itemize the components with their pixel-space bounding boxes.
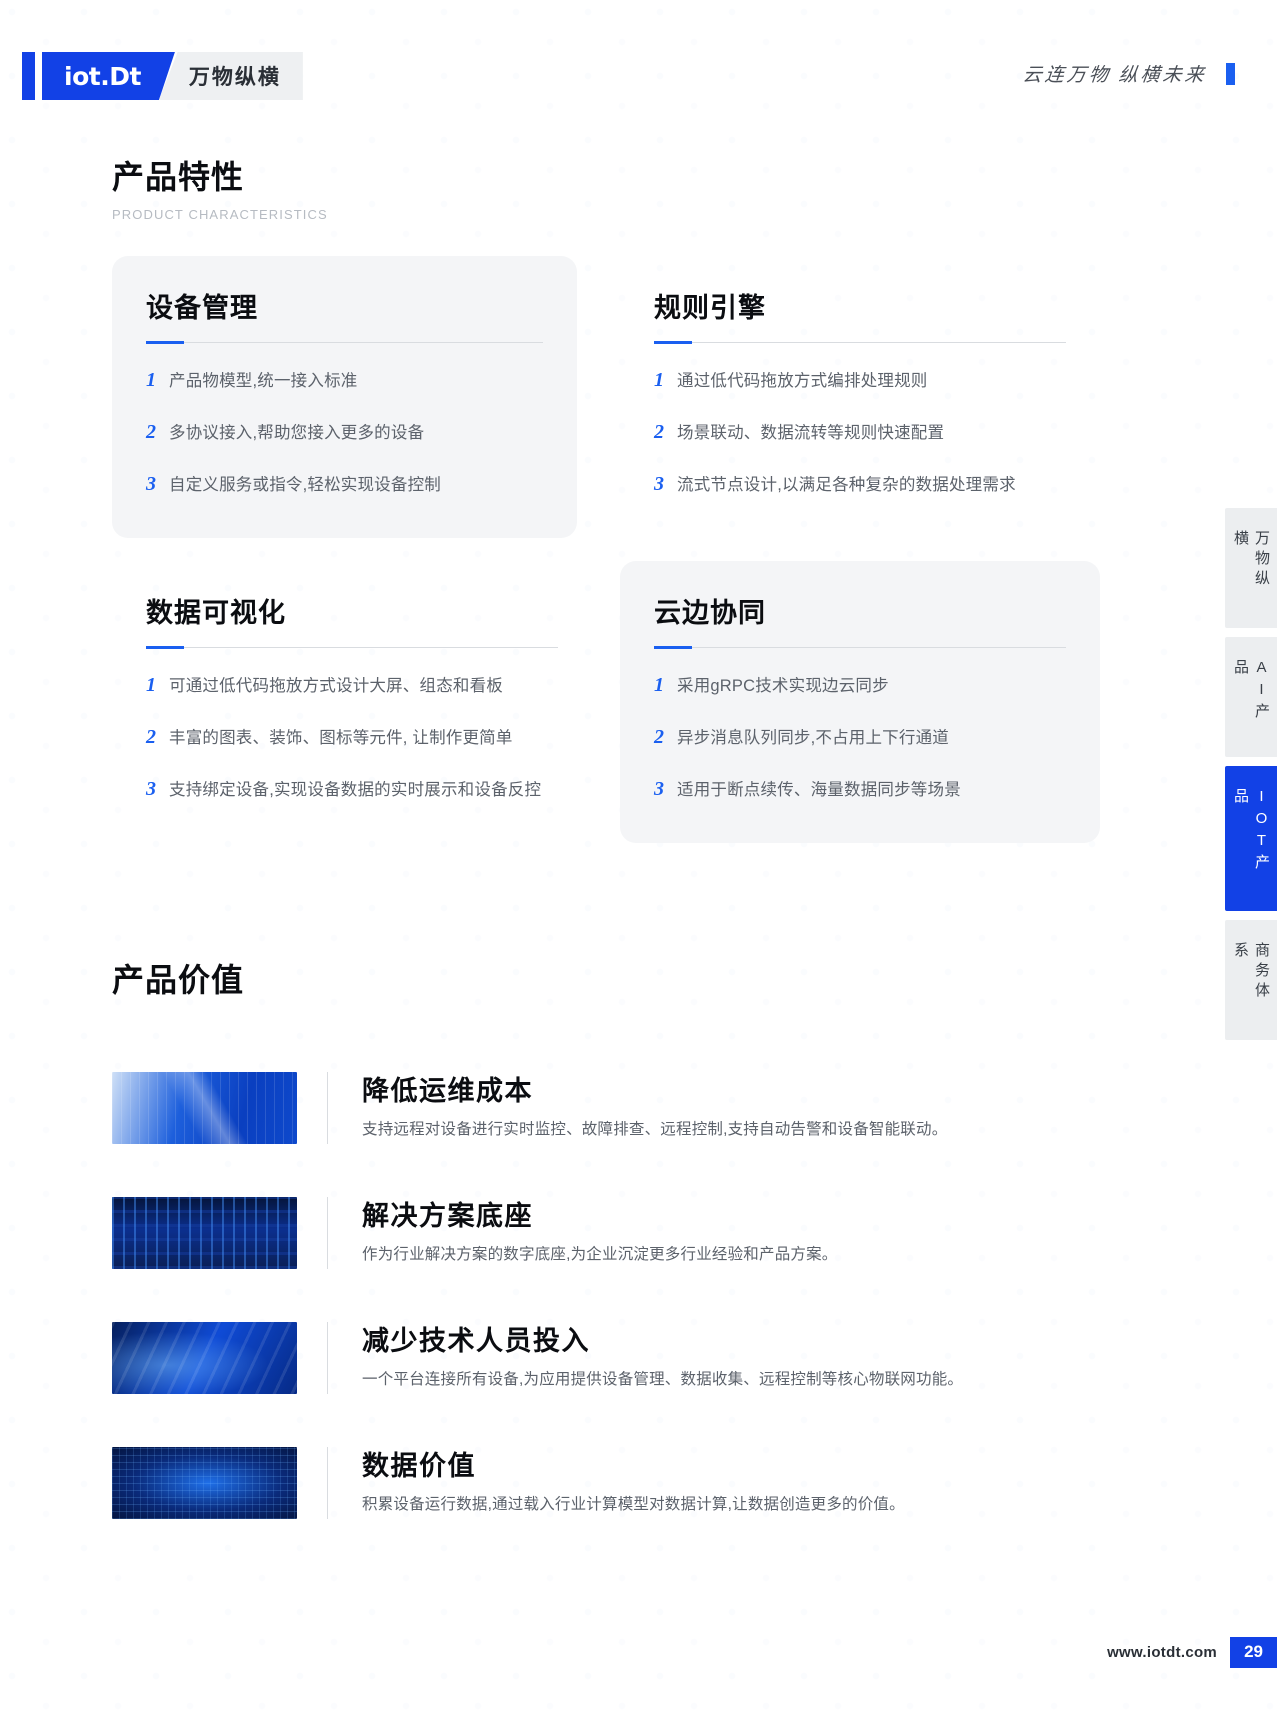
feature-number: 3 [146, 777, 156, 800]
tab-business-system[interactable]: 商务体系 [1225, 920, 1277, 1040]
feature-row: 1 产品物模型,统一接入标准 [146, 369, 543, 393]
feature-row: 1 采用gRPC技术实现边云同步 [654, 674, 1066, 698]
control-room-image [112, 1321, 297, 1394]
tab-ai-products[interactable]: AI产品 [1225, 637, 1277, 757]
card-title: 云边协同 [654, 598, 766, 628]
feature-text: 采用gRPC技术实现边云同步 [677, 676, 889, 695]
brand-subtitle: 万物纵横 [158, 52, 303, 100]
feature-text: 丰富的图表、装饰、图标等元件, 让制作更简单 [169, 728, 513, 747]
feature-number: 3 [146, 472, 156, 495]
product-value-title: 产品价值 [112, 962, 245, 998]
growth-chart-image [112, 1071, 297, 1144]
value-divider [327, 1446, 328, 1519]
logo-text: iot.Dt [42, 52, 175, 100]
value-item: 解决方案底座 作为行业解决方案的数字底座,为企业沉淀更多行业经验和产品方案。 [112, 1170, 1132, 1295]
feature-row: 3 流式节点设计,以满足各种复杂的数据处理需求 [654, 473, 1066, 497]
brand-accent-bar [22, 52, 35, 100]
feature-card-rule-engine: 规则引擎 1 通过低代码拖放方式编排处理规则 2 场景联动、数据流转等规则快速配… [620, 256, 1100, 538]
feature-number: 1 [654, 673, 664, 696]
feature-text: 自定义服务或指令,轻松实现设备控制 [169, 475, 441, 494]
value-heading: 降低运维成本 [362, 1075, 533, 1106]
card-rule [654, 340, 1066, 344]
data-globe-image [112, 1446, 297, 1519]
value-item: 数据价值 积累设备运行数据,通过载入行业计算模型对数据计算,让数据创造更多的价值… [112, 1420, 1132, 1545]
feature-card-device-management: 设备管理 1 产品物模型,统一接入标准 2 多协议接入,帮助您接入更多的设备 3… [112, 256, 577, 538]
brand-lockup: iot.Dt 万物纵横 [22, 52, 303, 100]
value-item: 降低运维成本 支持远程对设备进行实时监控、故障排查、远程控制,支持自动告警和设备… [112, 1045, 1132, 1170]
feature-row: 2 场景联动、数据流转等规则快速配置 [654, 421, 1066, 445]
value-item: 减少技术人员投入 一个平台连接所有设备,为应用提供设备管理、数据收集、远程控制等… [112, 1295, 1132, 1420]
feature-number: 3 [654, 472, 664, 495]
card-rule [146, 645, 558, 649]
feature-text: 产品物模型,统一接入标准 [169, 371, 358, 390]
feature-row: 2 多协议接入,帮助您接入更多的设备 [146, 421, 543, 445]
value-description: 作为行业解决方案的数字底座,为企业沉淀更多行业经验和产品方案。 [362, 1246, 838, 1264]
feature-row: 1 通过低代码拖放方式编排处理规则 [654, 369, 1066, 393]
feature-card-cloud-edge-collaboration: 云边协同 1 采用gRPC技术实现边云同步 2 异步消息队列同步,不占用上下行通… [620, 561, 1100, 843]
page-footer: www.iotdt.com 29 [1107, 1637, 1277, 1668]
value-heading: 数据价值 [362, 1450, 476, 1481]
feature-row: 2 丰富的图表、装饰、图标等元件, 让制作更简单 [146, 726, 558, 750]
feature-row: 2 异步消息队列同步,不占用上下行通道 [654, 726, 1066, 750]
server-room-image [112, 1196, 297, 1269]
feature-number: 1 [654, 368, 664, 391]
value-divider [327, 1071, 328, 1144]
value-description: 支持远程对设备进行实时监控、故障排查、远程控制,支持自动告警和设备智能联动。 [362, 1121, 948, 1139]
value-heading: 解决方案底座 [362, 1200, 533, 1231]
feature-card-data-visualization: 数据可视化 1 可通过低代码拖放方式设计大屏、组态和看板 2 丰富的图表、装饰、… [112, 561, 592, 843]
tab-wanwu-zongheng[interactable]: 万物纵横 [1225, 508, 1277, 628]
value-divider [327, 1196, 328, 1269]
card-title: 规则引擎 [654, 293, 766, 323]
feature-number: 2 [146, 420, 156, 443]
card-title: 数据可视化 [146, 598, 286, 628]
feature-text: 适用于断点续传、海量数据同步等场景 [677, 780, 961, 799]
feature-number: 2 [654, 420, 664, 443]
feature-number: 2 [146, 725, 156, 748]
feature-text: 支持绑定设备,实现设备数据的实时展示和设备反控 [169, 780, 542, 799]
feature-text: 多协议接入,帮助您接入更多的设备 [169, 423, 425, 442]
feature-row: 1 可通过低代码拖放方式设计大屏、组态和看板 [146, 674, 558, 698]
value-divider [327, 1321, 328, 1394]
page-title: 产品特性 [112, 159, 245, 195]
footer-website-url[interactable]: www.iotdt.com [1107, 1644, 1217, 1661]
value-heading: 减少技术人员投入 [362, 1325, 590, 1356]
feature-number: 1 [146, 673, 156, 696]
tab-iot-products[interactable]: IOT产品 [1225, 766, 1277, 911]
feature-text: 通过低代码拖放方式编排处理规则 [677, 371, 928, 390]
feature-row: 3 自定义服务或指令,轻松实现设备控制 [146, 473, 543, 497]
feature-row: 3 适用于断点续传、海量数据同步等场景 [654, 778, 1066, 802]
feature-number: 2 [654, 725, 664, 748]
header-slogan: 云连万物 纵横未来 [1021, 65, 1208, 86]
page-root: iot.Dt 万物纵横 云连万物 纵横未来 产品特性 PRODUCT CHARA… [0, 0, 1277, 1720]
product-characteristics-header: 产品特性 PRODUCT CHARACTERISTICS [112, 152, 328, 222]
feature-text: 可通过低代码拖放方式设计大屏、组态和看板 [169, 676, 503, 695]
feature-text: 场景联动、数据流转等规则快速配置 [677, 423, 945, 442]
card-rule [146, 340, 543, 344]
feature-text: 异步消息队列同步,不占用上下行通道 [677, 728, 949, 747]
value-description: 积累设备运行数据,通过载入行业计算模型对数据计算,让数据创造更多的价值。 [362, 1496, 905, 1514]
value-description: 一个平台连接所有设备,为应用提供设备管理、数据收集、远程控制等核心物联网功能。 [362, 1371, 964, 1389]
card-title: 设备管理 [146, 293, 258, 323]
feature-text: 流式节点设计,以满足各种复杂的数据处理需求 [677, 475, 1016, 494]
page-subtitle: PRODUCT CHARACTERISTICS [112, 207, 328, 222]
product-value-list: 降低运维成本 支持远程对设备进行实时监控、故障排查、远程控制,支持自动告警和设备… [112, 1045, 1132, 1545]
card-rule [654, 645, 1066, 649]
page-header: iot.Dt 万物纵横 云连万物 纵横未来 [0, 0, 1277, 118]
page-number-badge: 29 [1230, 1637, 1277, 1668]
side-tab-rail: 万物纵横 AI产品 IOT产品 商务体系 [1225, 508, 1277, 1049]
feature-number: 3 [654, 777, 664, 800]
feature-row: 3 支持绑定设备,实现设备数据的实时展示和设备反控 [146, 778, 558, 802]
slogan-accent-mark [1226, 63, 1235, 85]
feature-number: 1 [146, 368, 156, 391]
